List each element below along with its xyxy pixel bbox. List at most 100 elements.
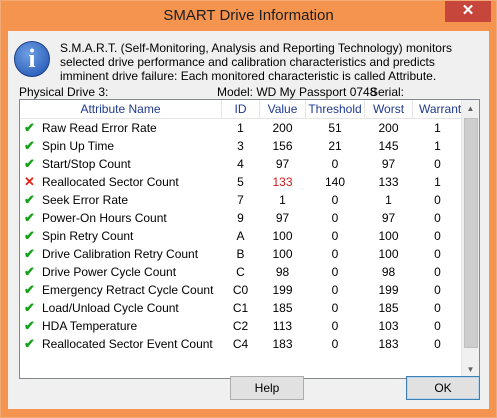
cell-threshold: 140 <box>324 175 346 189</box>
cell-id: C <box>236 265 245 279</box>
cell-value: 97 <box>275 157 290 171</box>
table-row[interactable]: ✔ Drive Calibration Retry Count B 100 0 100 0 <box>20 245 462 263</box>
cell-warranty: 0 <box>434 283 441 297</box>
column-header-attribute-name[interactable]: Attribute Name <box>20 100 222 118</box>
cell-name: Reallocated Sector Count <box>42 175 179 189</box>
cell-name: Power-On Hours Count <box>42 211 167 225</box>
cell-id: C2 <box>232 319 249 333</box>
table-row[interactable]: ✔ Reallocated Sector Event Count C4 183 0 183… <box>20 335 462 353</box>
cell-threshold: 0 <box>331 211 339 225</box>
cell-name: Reallocated Sector Event Count <box>42 337 213 351</box>
cell-name: Emergency Retract Cycle Count <box>42 283 214 297</box>
cell-value: 100 <box>272 229 293 243</box>
cell-id: 9 <box>237 211 244 225</box>
cell-worst: 199 <box>378 283 399 297</box>
cell-id: A <box>236 229 245 243</box>
vertical-scrollbar[interactable]: ▲ ▼ <box>461 100 479 378</box>
column-header-threshold[interactable]: Threshold <box>306 100 365 118</box>
dialog-body: i S.M.A.R.T. (Self-Monitoring, Analysis … <box>8 31 489 409</box>
check-icon: ✔ <box>24 192 35 207</box>
cell-warranty: 1 <box>434 139 441 153</box>
attributes-table[interactable]: Attribute Name ID Value Threshold Worst … <box>19 99 480 379</box>
cell-worst: 97 <box>381 157 396 171</box>
cell-value: 113 <box>272 319 293 333</box>
cross-icon: ✕ <box>24 174 35 189</box>
cell-id: 1 <box>237 121 244 135</box>
cell-warranty: 0 <box>434 229 441 243</box>
table-row[interactable]: ✔ Raw Read Error Rate 1 200 51 200 1 <box>20 119 462 137</box>
check-icon: ✔ <box>24 120 35 135</box>
table-row[interactable]: ✔ Load/Unload Cycle Count C1 185 0 185 0 <box>20 299 462 317</box>
ok-button[interactable]: OK <box>406 376 480 400</box>
cell-value: 200 <box>272 121 293 135</box>
information-glyph: i <box>28 44 36 73</box>
cell-worst: 98 <box>381 265 396 279</box>
cell-worst: 100 <box>378 229 399 243</box>
cell-value: 185 <box>272 301 293 315</box>
cell-warranty: 0 <box>434 265 441 279</box>
cell-warranty: 0 <box>434 247 441 261</box>
cell-value: 133 <box>272 175 293 189</box>
cell-name: Drive Calibration Retry Count <box>42 247 199 261</box>
cell-warranty: 0 <box>434 301 441 315</box>
table-row[interactable]: ✔ Spin Retry Count A 100 0 100 0 <box>20 227 462 245</box>
cell-warranty: 0 <box>434 193 441 207</box>
table-row[interactable]: ✔ Start/Stop Count 4 97 0 97 0 <box>20 155 462 173</box>
cell-warranty: 1 <box>434 175 441 189</box>
table-row[interactable]: ✔ HDA Temperature C2 113 0 103 0 <box>20 317 462 335</box>
table-rows: ✔ Raw Read Error Rate 1 200 51 200 1 ✔ Spin Up T… <box>20 119 462 378</box>
cell-warranty: 0 <box>434 319 441 333</box>
check-icon: ✔ <box>24 264 35 279</box>
table-row[interactable]: ✕ Reallocated Sector Count 5 133 140 133 1 <box>20 173 462 191</box>
title-bar[interactable]: SMART Drive Information ✕ <box>1 1 496 31</box>
cell-value: 183 <box>272 337 293 351</box>
check-icon: ✔ <box>24 228 35 243</box>
cell-worst: 200 <box>378 121 399 135</box>
cell-id: B <box>236 247 245 261</box>
table-row[interactable]: ✔ Seek Error Rate 7 1 0 1 0 <box>20 191 462 209</box>
cell-threshold: 0 <box>331 337 339 351</box>
check-icon: ✔ <box>24 138 35 153</box>
cell-threshold: 0 <box>331 247 339 261</box>
cell-name: HDA Temperature <box>42 319 138 333</box>
cell-name: Drive Power Cycle Count <box>42 265 177 279</box>
help-button[interactable]: Help <box>230 376 304 400</box>
column-header-value[interactable]: Value <box>260 100 306 118</box>
cell-id: 4 <box>237 157 244 171</box>
cell-worst: 133 <box>378 175 399 189</box>
check-icon: ✔ <box>24 246 35 261</box>
cell-worst: 185 <box>378 301 399 315</box>
cell-value: 97 <box>275 211 290 225</box>
cell-id: C4 <box>232 337 249 351</box>
table-row[interactable]: ✔ Power-On Hours Count 9 97 0 97 0 <box>20 209 462 227</box>
table-row[interactable]: ✔ Emergency Retract Cycle Count C0 199 0 199 0 <box>20 281 462 299</box>
model-label: Model: WD My Passport 0748 <box>217 85 377 99</box>
cell-id: 5 <box>237 175 244 189</box>
cell-value: 100 <box>272 247 293 261</box>
cell-name: Raw Read Error Rate <box>42 121 157 135</box>
close-icon: ✕ <box>461 2 475 19</box>
information-icon: i <box>14 41 50 77</box>
cell-warranty: 0 <box>434 337 441 351</box>
cell-warranty: 1 <box>434 121 441 135</box>
scroll-thumb[interactable] <box>464 118 478 348</box>
cell-threshold: 0 <box>331 319 339 333</box>
check-icon: ✔ <box>24 210 35 225</box>
cell-name: Seek Error Rate <box>42 193 129 207</box>
column-header-worst[interactable]: Worst <box>365 100 413 118</box>
close-button[interactable]: ✕ <box>445 1 491 22</box>
table-header: Attribute Name ID Value Threshold Worst … <box>20 100 469 119</box>
scroll-up-icon[interactable]: ▲ <box>462 100 479 117</box>
cell-threshold: 51 <box>328 121 342 135</box>
table-row[interactable]: ✔ Drive Power Cycle Count C 98 0 98 0 <box>20 263 462 281</box>
column-header-id[interactable]: ID <box>222 100 260 118</box>
cell-value: 1 <box>279 193 286 207</box>
cell-warranty: 0 <box>434 157 441 171</box>
cell-worst: 1 <box>385 193 392 207</box>
table-row[interactable]: ✔ Spin Up Time 3 156 21 145 1 <box>20 137 462 155</box>
cell-id: C0 <box>232 283 249 297</box>
cell-id: 3 <box>237 139 244 153</box>
cell-threshold: 0 <box>331 157 339 171</box>
cell-value: 98 <box>275 265 290 279</box>
cell-id: 7 <box>237 193 244 207</box>
